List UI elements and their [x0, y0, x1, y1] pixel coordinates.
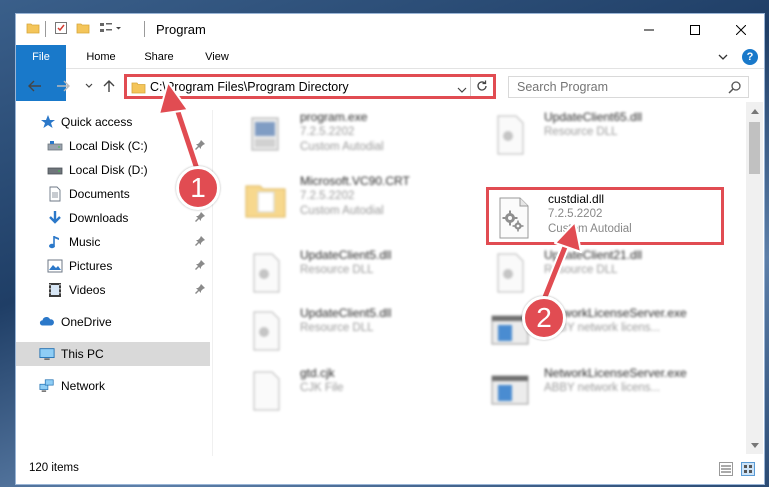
callout-1: 1	[176, 166, 220, 210]
annotation-arrows	[158, 81, 582, 307]
arrow-1	[158, 81, 204, 180]
arrow-2	[538, 221, 582, 307]
callout-2: 2	[522, 296, 566, 340]
